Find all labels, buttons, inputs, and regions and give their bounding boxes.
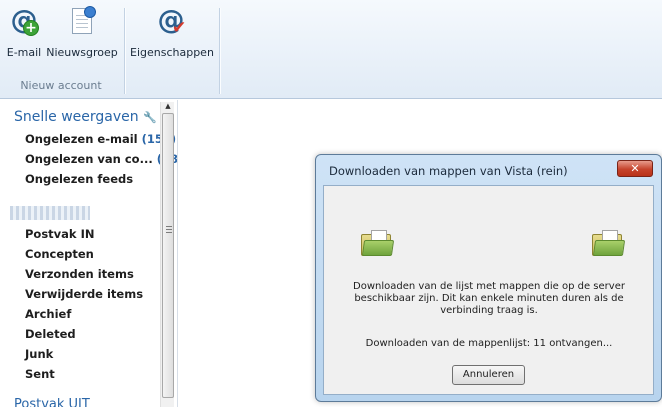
- at-add-icon: @ +: [10, 5, 39, 36]
- cancel-button[interactable]: Annuleren: [452, 365, 525, 385]
- sidebar-item-deleted-items[interactable]: Verwijderde items: [25, 287, 143, 301]
- ribbon-separator: [219, 8, 220, 94]
- ribbon: @ + E-mail Nieuwsgroep @ ✔ Eigenschappen N…: [0, 0, 662, 99]
- properties-label: Eigenschappen: [130, 46, 214, 59]
- sidebar-item-sent-items[interactable]: Verzonden items: [25, 267, 134, 281]
- sidebar-item-junk[interactable]: Junk: [25, 347, 53, 361]
- account-name-redacted[interactable]: [10, 206, 90, 220]
- newsgroup-account-label: Nieuwsgroep: [46, 46, 118, 59]
- quick-views-header[interactable]: Snelle weergaven 🔧: [14, 109, 157, 125]
- sidebar-item-label: Ongelezen van co...: [25, 152, 153, 166]
- newsgroup-doc-icon: [66, 6, 98, 38]
- sidebar-section-outbox[interactable]: Postvak UIT: [14, 397, 90, 407]
- dialog-title: Downloaden van mappen van Vista (rein): [329, 164, 568, 178]
- sidebar-item-unread-email[interactable]: Ongelezen e-mail (157): [25, 132, 176, 146]
- quick-views-title: Snelle weergaven: [14, 109, 139, 125]
- scroll-grip-icon: [166, 226, 172, 233]
- download-status: Downloaden van de mappenlijst: 11 ontvan…: [365, 338, 613, 349]
- sidebar-item-sent[interactable]: Sent: [25, 367, 55, 381]
- close-icon: ✕: [630, 162, 640, 175]
- properties-button[interactable]: @ ✔ Eigenschappen: [130, 5, 214, 68]
- wrench-icon[interactable]: 🔧: [143, 111, 157, 124]
- folder-icon: [592, 230, 626, 256]
- ribbon-separator: [124, 8, 125, 94]
- at-check-icon: @ ✔: [157, 5, 187, 38]
- email-account-button[interactable]: @ + E-mail: [4, 6, 44, 68]
- sidebar-item-unread-feeds[interactable]: Ongelezen feeds: [25, 172, 133, 186]
- sidebar-item-drafts[interactable]: Concepten: [25, 247, 94, 261]
- dialog-message: Downloaden van de lijst met mappen die o…: [353, 281, 625, 316]
- sidebar-item-deleted[interactable]: Deleted: [25, 327, 76, 341]
- ribbon-group-label: Nieuw account: [20, 79, 102, 92]
- sidebar-item-label: Ongelezen e-mail: [25, 132, 138, 146]
- sidebar-scrollbar[interactable]: ▲: [160, 102, 174, 407]
- sidebar-item-archive[interactable]: Archief: [25, 307, 71, 321]
- newsgroup-account-button[interactable]: Nieuwsgroep: [46, 6, 118, 68]
- dialog-body: Downloaden van de lijst met mappen die o…: [323, 185, 654, 395]
- download-folders-dialog: Downloaden van mappen van Vista (rein) ✕…: [315, 154, 662, 402]
- sidebar-item-inbox[interactable]: Postvak IN: [25, 227, 94, 241]
- folder-sidebar: Snelle weergaven 🔧 Ongelezen e-mail (157…: [0, 100, 178, 407]
- folder-icon: [361, 230, 395, 256]
- close-button[interactable]: ✕: [617, 160, 653, 177]
- email-account-label: E-mail: [6, 46, 42, 59]
- scroll-up-arrow-icon[interactable]: ▲: [161, 102, 175, 112]
- sidebar-item-unread-contacts[interactable]: Ongelezen van co... (18): [25, 152, 177, 166]
- scroll-thumb[interactable]: [162, 113, 174, 398]
- sidebar-item-label: Ongelezen feeds: [25, 172, 134, 186]
